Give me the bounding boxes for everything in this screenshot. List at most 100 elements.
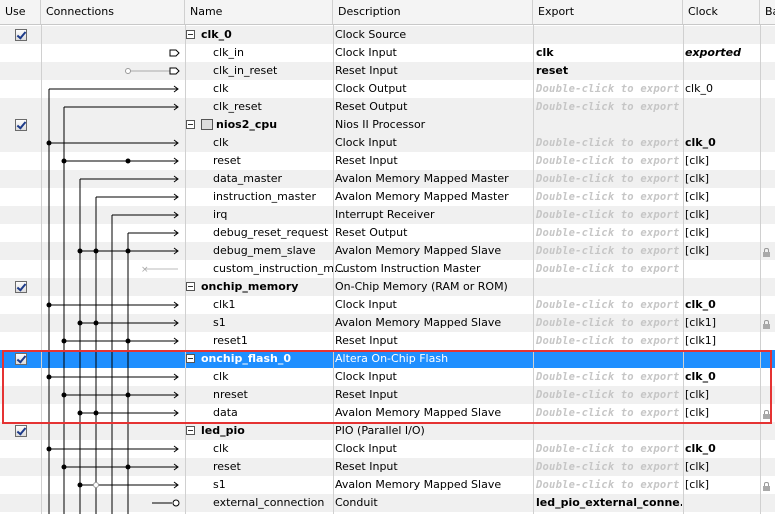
clock-cell[interactable]: clk_0	[685, 80, 757, 98]
component-row[interactable]: onchip_flash_0 Altera On-Chip Flash	[0, 350, 775, 368]
clock-cell[interactable]: [clk]	[685, 224, 757, 242]
export-cell[interactable]: Double-click to export	[536, 314, 682, 332]
collapse-icon[interactable]	[186, 354, 195, 363]
export-cell[interactable]: Double-click to export	[536, 188, 682, 206]
column-header-export[interactable]: Export	[533, 0, 683, 24]
interface-row[interactable]: irq Interrupt Receiver Double-click to exp…	[0, 206, 775, 224]
export-cell[interactable]: Double-click to export	[536, 332, 682, 350]
collapse-icon[interactable]	[186, 282, 195, 291]
collapse-icon[interactable]	[186, 120, 195, 129]
interface-row[interactable]: reset1 Reset Input Double-click to export[…	[0, 332, 775, 350]
component-row[interactable]: onchip_memory On-Chip Memory (RAM or ROM)	[0, 278, 775, 296]
export-cell[interactable]	[536, 422, 682, 440]
use-checkbox[interactable]	[15, 281, 27, 293]
use-checkbox[interactable]	[15, 29, 27, 41]
lock-icon[interactable]	[763, 482, 770, 492]
export-cell[interactable]: led_pio_external_conne...	[536, 494, 682, 512]
lock-icon[interactable]	[763, 320, 770, 330]
export-cell[interactable]: reset	[536, 62, 682, 80]
interface-row[interactable]: nreset Reset Input Double-click to export[…	[0, 386, 775, 404]
clock-cell[interactable]: exported	[685, 44, 757, 62]
clock-cell[interactable]	[685, 116, 757, 134]
clock-cell[interactable]: [clk]	[685, 152, 757, 170]
clock-cell[interactable]: clk_0	[685, 134, 757, 152]
component-name[interactable]: clk_0	[186, 26, 331, 44]
export-cell[interactable]: Double-click to export	[536, 296, 682, 314]
interface-row[interactable]: external_connection Conduit led_pio_extern…	[0, 494, 775, 512]
component-name[interactable]: onchip_memory	[186, 278, 331, 296]
collapse-icon[interactable]	[186, 426, 195, 435]
interface-row[interactable]: clk_in Clock Input clk exported	[0, 44, 775, 62]
interface-row[interactable]: clk Clock Input Double-click to export clk_…	[0, 134, 775, 152]
lock-icon[interactable]	[763, 248, 770, 258]
interface-row[interactable]: s1 Avalon Memory Mapped Slave Double-click…	[0, 476, 775, 494]
export-cell[interactable]: Double-click to export	[536, 134, 682, 152]
export-cell[interactable]: Double-click to export	[536, 368, 682, 386]
export-cell[interactable]: clk	[536, 44, 682, 62]
clock-cell[interactable]: [clk1]	[685, 314, 757, 332]
export-cell[interactable]: Double-click to export	[536, 224, 682, 242]
export-cell[interactable]: Double-click to export	[536, 152, 682, 170]
export-cell[interactable]	[536, 278, 682, 296]
column-header-clock[interactable]: Clock	[683, 0, 760, 24]
export-cell[interactable]: Double-click to export	[536, 404, 682, 422]
interface-row[interactable]: debug_reset_request Reset Output Double-cl…	[0, 224, 775, 242]
use-checkbox[interactable]	[15, 353, 27, 365]
column-header-connections[interactable]: Connections	[41, 0, 185, 24]
clock-cell[interactable]	[685, 26, 757, 44]
component-name[interactable]: led_pio	[186, 422, 331, 440]
collapse-icon[interactable]	[186, 30, 195, 39]
interface-row[interactable]: reset Reset Input Double-click to export [c…	[0, 152, 775, 170]
interface-row[interactable]: data Avalon Memory Mapped Slave Double-cli…	[0, 404, 775, 422]
clock-cell[interactable]: [clk]	[685, 458, 757, 476]
use-checkbox[interactable]	[15, 425, 27, 437]
clock-cell[interactable]: [clk1]	[685, 332, 757, 350]
export-cell[interactable]: Double-click to export	[536, 242, 682, 260]
export-cell[interactable]: Double-click to export	[536, 170, 682, 188]
export-cell[interactable]	[536, 116, 682, 134]
interface-row[interactable]: clk_in_reset Reset Input reset	[0, 62, 775, 80]
component-row[interactable]: nios2_cpu Nios II Processor	[0, 116, 775, 134]
component-name[interactable]: nios2_cpu	[186, 116, 331, 134]
clock-cell[interactable]	[685, 98, 757, 116]
interface-row[interactable]: debug_mem_slave Avalon Memory Mapped Slav…	[0, 242, 775, 260]
export-cell[interactable]: Double-click to export	[536, 458, 682, 476]
export-cell[interactable]: Double-click to export	[536, 386, 682, 404]
component-row[interactable]: clk_0 Clock Source	[0, 26, 775, 44]
clock-cell[interactable]	[685, 494, 757, 512]
export-cell[interactable]: Double-click to export	[536, 260, 682, 278]
interface-row[interactable]: clk Clock Input Double-click to export clk_…	[0, 368, 775, 386]
clock-cell[interactable]: [clk]	[685, 170, 757, 188]
clock-cell[interactable]: [clk]	[685, 206, 757, 224]
clock-cell[interactable]: clk_0	[685, 440, 757, 458]
component-name[interactable]: onchip_flash_0	[186, 350, 331, 368]
export-cell[interactable]: Double-click to export	[536, 80, 682, 98]
export-cell[interactable]	[536, 350, 682, 368]
interface-row[interactable]: data_master Avalon Memory Mapped Master Do…	[0, 170, 775, 188]
clock-cell[interactable]: clk_0	[685, 368, 757, 386]
column-header-name[interactable]: Name	[185, 0, 333, 24]
interface-row[interactable]: clk1 Clock Input Double-click to export clk…	[0, 296, 775, 314]
clock-cell[interactable]: [clk]	[685, 404, 757, 422]
interface-row[interactable]: custom_instruction_m... Custom Instructio…	[0, 260, 775, 278]
clock-cell[interactable]	[685, 350, 757, 368]
export-cell[interactable]	[536, 26, 682, 44]
lock-icon[interactable]	[763, 410, 770, 420]
component-row[interactable]: led_pio PIO (Parallel I/O)	[0, 422, 775, 440]
clock-cell[interactable]: [clk]	[685, 386, 757, 404]
clock-cell[interactable]	[685, 422, 757, 440]
export-cell[interactable]: Double-click to export	[536, 476, 682, 494]
clock-cell[interactable]	[685, 278, 757, 296]
interface-row[interactable]: s1 Avalon Memory Mapped Slave Double-click…	[0, 314, 775, 332]
clock-cell[interactable]: [clk]	[685, 188, 757, 206]
clock-cell[interactable]	[685, 62, 757, 80]
column-header-description[interactable]: Description	[333, 0, 533, 24]
clock-cell[interactable]	[685, 260, 757, 278]
clock-cell[interactable]: clk_0	[685, 296, 757, 314]
clock-cell[interactable]: [clk]	[685, 242, 757, 260]
export-cell[interactable]: Double-click to export	[536, 440, 682, 458]
column-header-base[interactable]: Ba	[760, 0, 775, 24]
use-checkbox[interactable]	[15, 119, 27, 131]
export-cell[interactable]: Double-click to export	[536, 98, 682, 116]
export-cell[interactable]: Double-click to export	[536, 206, 682, 224]
